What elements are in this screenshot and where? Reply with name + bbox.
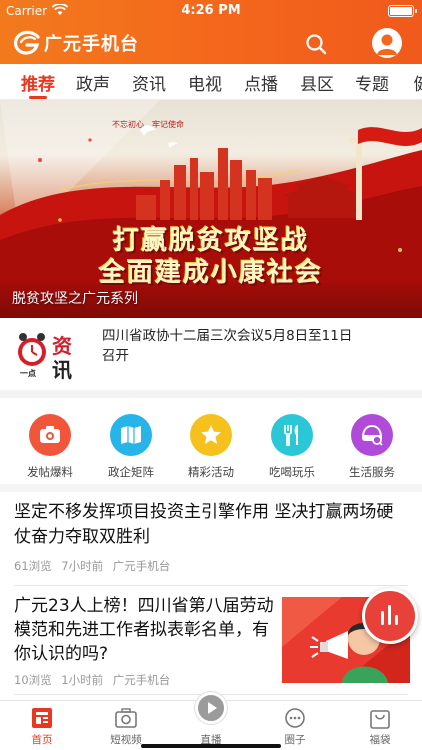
live-play-button[interactable]	[195, 692, 227, 724]
banner-small-text: 不忘初心 牢记使命	[112, 120, 184, 129]
battery-icon	[388, 5, 417, 17]
tab-vod[interactable]: 点播	[235, 70, 287, 95]
nav-lucky-bag[interactable]: 福袋	[338, 707, 422, 747]
home-icon	[30, 707, 54, 729]
quick-action-label: 生活服务	[349, 465, 395, 479]
banner-caption: 脱贫攻坚之广元系列	[12, 291, 138, 307]
audio-bars-icon	[381, 605, 398, 625]
article-title: 坚定不移发挥项目投资主引擎作用 坚决打赢两场硬仗奋力夺取双胜利	[14, 502, 394, 547]
category-tabs: 推荐 政声 资讯 电视 点播 县区 专题 健	[0, 64, 422, 100]
home-indicator	[141, 744, 281, 748]
tab-news[interactable]: 资讯	[123, 70, 175, 95]
tab-recommend[interactable]: 推荐	[12, 70, 64, 95]
chat-icon	[283, 707, 307, 729]
app-name: 广元手机台	[44, 34, 139, 55]
nav-circle[interactable]: 圈子	[253, 707, 337, 747]
news-flash-logo-clock-label: 一点	[20, 369, 36, 378]
quick-action-services[interactable]: 生活服务	[332, 414, 412, 480]
quick-action-food[interactable]: 吃喝玩乐	[252, 414, 332, 480]
service-icon	[351, 414, 393, 456]
section-separator	[0, 390, 422, 398]
user-icon	[377, 34, 397, 55]
article-time: 7小时前	[61, 559, 104, 573]
brand-logo-icon	[13, 30, 40, 55]
quick-action-label: 精彩活动	[188, 465, 234, 479]
quick-action-matrix[interactable]: 政企矩阵	[91, 414, 171, 480]
article-title: 广元23人上榜！四川省第八届劳动模范和先进工作者拟表彰名单，有你认识的吗?	[14, 596, 274, 664]
app-header: Carrier 4:26 PM 广元手机台	[0, 0, 422, 64]
camera-icon	[114, 707, 138, 729]
article-views: 61浏览	[14, 559, 52, 573]
section-separator	[0, 484, 422, 492]
news-flash-logo: 一点 资 讯	[14, 328, 84, 382]
divider	[14, 585, 408, 586]
article-card[interactable]: 广元23人上榜！四川省第八届劳动模范和先进工作者拟表彰名单，有你认识的吗? 10…	[0, 594, 274, 688]
article-time: 1小时前	[61, 673, 104, 687]
nav-label: 福袋	[369, 734, 391, 746]
tab-counties[interactable]: 县区	[291, 70, 343, 95]
tab-tv[interactable]: 电视	[179, 70, 231, 95]
active-tab-indicator	[29, 96, 47, 99]
camera-icon	[29, 414, 71, 456]
news-flash-logo-bottom: 讯	[52, 358, 72, 382]
tab-topics[interactable]: 专题	[346, 70, 398, 95]
user-avatar-button[interactable]	[372, 28, 402, 58]
bag-icon	[368, 707, 392, 729]
quick-action-label: 发帖爆料	[27, 465, 73, 479]
play-icon	[208, 702, 217, 714]
clock: 4:26 PM	[181, 3, 241, 18]
star-icon	[190, 414, 232, 456]
quick-action-label: 吃喝玩乐	[269, 465, 315, 479]
article-source: 广元手机台	[112, 673, 171, 687]
article-card[interactable]: 坚定不移发挥项目投资主引擎作用 坚决打赢两场硬仗奋力夺取双胜利 61浏览 7小时…	[0, 500, 422, 574]
book-icon	[110, 414, 152, 456]
article-meta: 61浏览 7小时前 广元手机台	[14, 558, 408, 574]
search-icon[interactable]	[304, 32, 328, 56]
quick-action-events[interactable]: 精彩活动	[171, 414, 251, 480]
hero-banner[interactable]: 不忘初心 牢记使命 打赢脱贫攻坚战 全面建成小康社会 脱贫攻坚之广元系列	[0, 100, 422, 318]
audio-player-button[interactable]	[362, 588, 418, 644]
tab-politics[interactable]: 政声	[67, 70, 119, 95]
brand: 广元手机台	[12, 28, 139, 58]
quick-actions: 发帖爆料 政企矩阵 精彩活动 吃喝玩乐 生活服务	[0, 398, 422, 490]
nav-label: 首页	[31, 734, 53, 746]
cutlery-icon	[271, 414, 313, 456]
news-flash-text: 四川省政协十二届三次会议5月8日至11日召开	[102, 328, 353, 364]
quick-action-label: 政企矩阵	[108, 465, 154, 479]
nav-home[interactable]: 首页	[0, 707, 84, 747]
nav-short-video[interactable]: 短视频	[84, 707, 168, 747]
article-source: 广元手机台	[112, 559, 171, 573]
news-flash[interactable]: 一点 资 讯 四川省政协十二届三次会议5月8日至11日召开	[0, 318, 422, 390]
article-views: 10浏览	[14, 673, 52, 687]
quick-action-report[interactable]: 发帖爆料	[10, 414, 90, 480]
article-meta: 10浏览 1小时前 广元手机台	[14, 672, 274, 688]
tab-health[interactable]: 健	[396, 70, 422, 95]
status-bar: Carrier 4:26 PM	[0, 0, 422, 22]
